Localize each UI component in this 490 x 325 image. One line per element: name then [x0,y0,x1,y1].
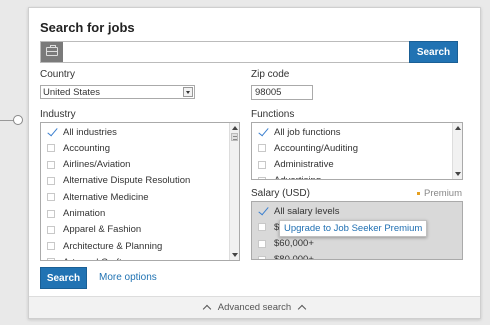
functions-label: Functions [251,109,295,120]
list-item-label: Administrative [274,159,334,171]
country-select[interactable]: United States [40,85,195,99]
checkbox[interactable] [47,144,55,153]
list-item-label: Accounting [63,142,111,154]
list-item[interactable]: All industries [47,125,117,139]
functions-listbox[interactable]: All job functions Accounting/Auditing Admi… [251,122,463,180]
scroll-down-icon[interactable] [455,172,461,176]
chevron-up-icon [297,304,307,314]
list-item-label: Alternative Dispute Resolution [63,175,191,187]
list-item-label: Alternative Medicine [63,191,149,203]
list-item[interactable]: All salary levels [258,204,339,218]
list-item[interactable]: Administrative [258,158,334,172]
scroll-thumb[interactable] [231,133,238,141]
list-item[interactable]: Alternative Dispute Resolution [47,174,190,188]
checkbox[interactable] [47,258,55,260]
checkbox[interactable] [258,239,266,248]
list-item-label: Advertising [274,175,321,179]
list-item[interactable]: Advertising [258,174,321,179]
job-search-panel: Search for jobs Search Country United St… [28,7,481,319]
briefcase-button[interactable] [41,42,63,62]
list-item[interactable]: Arts and Crafts [47,255,126,260]
list-item[interactable]: All job functions [258,125,341,139]
list-item-label: Arts and Crafts [63,257,126,260]
checkbox[interactable] [47,225,55,234]
list-item-label: $80,000+ [274,254,314,260]
list-item[interactable]: Alternative Medicine [47,190,149,204]
zip-code-label: Zip code [251,69,290,80]
checkmark-icon[interactable] [258,128,266,136]
list-item[interactable]: Airlines/Aviation [47,158,130,172]
advanced-search-toggle[interactable]: Advanced search [29,302,480,314]
salary-label: Salary (USD) [251,188,310,199]
country-label: Country [40,69,76,80]
country-selected-value: United States [43,87,101,98]
briefcase-icon [46,45,58,56]
checkbox[interactable] [47,209,55,218]
premium-dot-icon [417,191,420,195]
chevron-up-icon [202,304,212,314]
list-item-label: Architecture & Planning [63,240,163,252]
list-item[interactable]: Accounting/Auditing [258,141,358,155]
checkbox[interactable] [258,144,266,153]
list-item-label: Airlines/Aviation [63,159,131,171]
scroll-down-icon[interactable] [232,253,238,257]
search-button[interactable]: Search [409,41,458,63]
list-item[interactable]: Architecture & Planning [47,239,162,253]
connector-line [0,120,14,121]
scroll-up-icon[interactable] [455,126,461,130]
search-submit-button[interactable]: Search [40,267,87,289]
chevron-down-icon[interactable] [183,87,193,97]
list-item-label: Apparel & Fashion [63,224,142,236]
premium-badge: Premium [417,188,462,199]
checkbox[interactable] [47,176,55,185]
list-item-label: $60,000+ [274,238,314,250]
list-item-label: Accounting/Auditing [274,142,358,154]
page-title: Search for jobs [40,20,135,35]
scroll-up-icon[interactable] [232,126,238,130]
checkbox[interactable] [258,160,266,169]
checkbox[interactable] [258,255,266,259]
list-item[interactable]: Animation [47,207,105,221]
industry-listbox[interactable]: All industries Accounting Airlines/Aviatio… [40,122,240,261]
upgrade-premium-tooltip[interactable]: Upgrade to Job Seeker Premium [279,220,428,237]
checkmark-icon[interactable] [47,128,55,136]
connector-dot [13,115,23,125]
advanced-search-bar[interactable]: Advanced search [29,296,480,318]
checkbox[interactable] [47,160,55,169]
checkbox[interactable] [258,176,266,179]
checkbox[interactable] [47,242,55,251]
industry-scrollbar[interactable] [229,123,239,260]
checkbox[interactable] [258,223,266,232]
list-item[interactable]: Apparel & Fashion [47,223,141,237]
premium-label: Premium [424,188,463,199]
list-item-label: Animation [63,208,106,219]
keyword-search-input[interactable] [40,41,412,63]
checkmark-icon[interactable] [258,207,266,215]
advanced-search-label: Advanced search [217,302,292,313]
list-item[interactable]: Accounting [47,141,110,155]
more-options-link[interactable]: More options [99,272,157,283]
industry-label: Industry [40,109,76,120]
checkbox[interactable] [47,193,55,202]
list-item[interactable]: $60,000+ [258,237,314,251]
list-item-label: All salary levels [274,205,340,217]
zip-code-input[interactable]: 98005 [251,85,313,100]
functions-scrollbar[interactable] [452,123,462,179]
zip-code-value: 98005 [255,87,282,98]
list-item[interactable]: $80,000+ [258,253,314,260]
list-item-label: All job functions [274,126,341,138]
list-item-label: All industries [63,126,117,138]
